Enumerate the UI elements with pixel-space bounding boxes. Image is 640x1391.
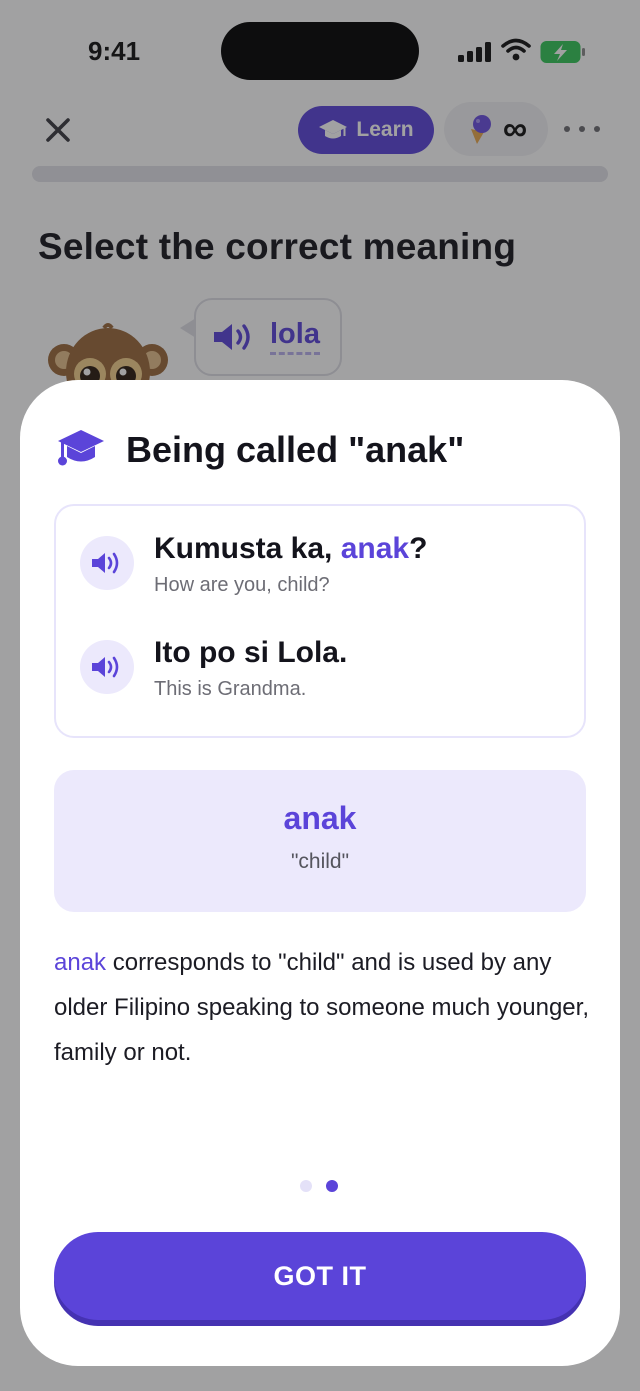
example-translation: How are you, child?	[154, 574, 330, 596]
example-row: Ito po si Lola. This is Grandma.	[80, 634, 347, 701]
vocab-card: anak "child"	[54, 770, 586, 912]
example-sentence: Kumusta ka, anak?	[154, 530, 427, 568]
play-audio-button[interactable]	[80, 640, 134, 694]
tip-sheet: Being called "anak" Kumusta ka, anak? Ho…	[20, 380, 620, 1366]
speaker-icon	[92, 552, 119, 574]
speaker-icon	[92, 656, 119, 678]
example-row: Kumusta ka, anak? How are you, child?	[80, 530, 427, 597]
page-dot-active[interactable]	[326, 1180, 338, 1192]
sentence-part: Kumusta ka,	[154, 532, 341, 565]
explanation-keyword: anak	[54, 949, 107, 976]
explanation-body: corresponds to "child" and is used by an…	[54, 949, 589, 1066]
page-dot[interactable]	[300, 1180, 312, 1192]
graduation-cap-icon	[58, 430, 104, 466]
example-text: Kumusta ka, anak? How are you, child?	[154, 530, 427, 597]
sentence-part: Ito po si Lola.	[154, 636, 348, 669]
vocab-word: anak	[283, 800, 357, 836]
example-text: Ito po si Lola. This is Grandma.	[154, 634, 347, 701]
play-audio-button[interactable]	[80, 536, 134, 590]
lesson-screen: 9:41 Learn ∞ Select the correct meaning …	[0, 0, 640, 1391]
highlighted-word: anak	[340, 532, 410, 565]
example-sentence: Ito po si Lola.	[154, 634, 347, 672]
sheet-title: Being called "anak"	[126, 429, 465, 470]
example-sentences: Kumusta ka, anak? How are you, child? It…	[54, 504, 586, 738]
example-translation: This is Grandma.	[154, 678, 307, 700]
sentence-part: ?	[409, 532, 428, 565]
page-indicator	[300, 1180, 338, 1192]
explanation-text: anak corresponds to "child" and is used …	[54, 940, 594, 1075]
vocab-gloss: "child"	[290, 850, 350, 873]
got-it-button[interactable]: GOT IT	[54, 1232, 586, 1320]
sheet-header: Being called "anak"	[56, 428, 464, 472]
